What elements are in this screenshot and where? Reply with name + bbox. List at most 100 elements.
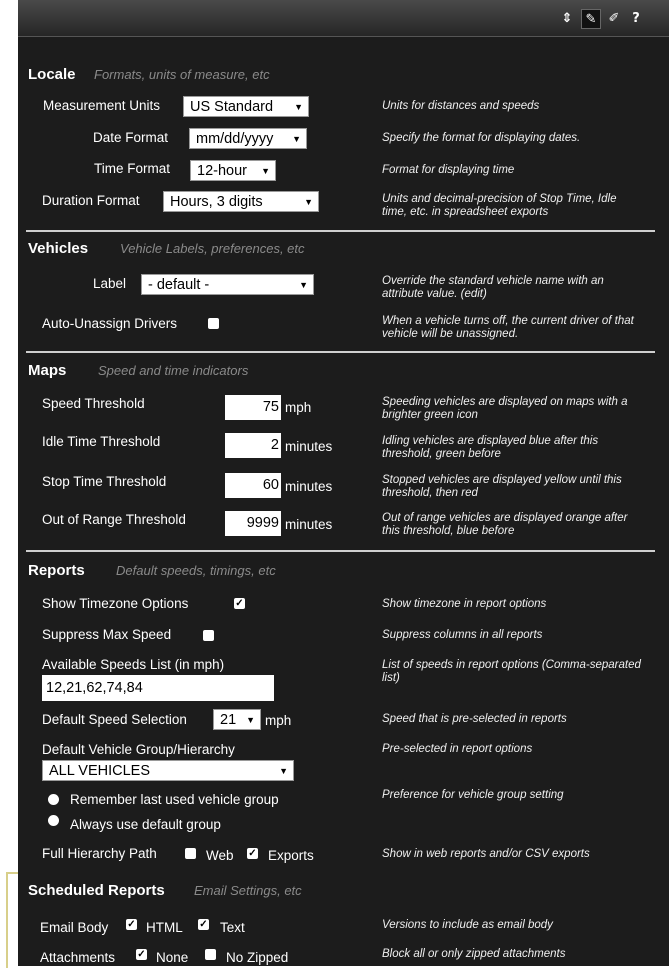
default-speed-label: Default Speed Selection <box>42 712 187 727</box>
pencil-icon[interactable]: ✐ <box>604 9 624 29</box>
vehicle-group-value: ALL VEHICLES <box>49 763 151 779</box>
default-speed-value: 21 <box>220 712 237 728</box>
default-group-label: Always use default group <box>70 817 221 832</box>
attach-nozip-label: No Zipped <box>226 950 289 965</box>
range-threshold-input[interactable]: 9999 <box>225 511 281 536</box>
date-format-help: Specify the format for displaying dates. <box>382 132 581 144</box>
idle-threshold-help: Idling vehicles are displayed blue after… <box>382 435 599 460</box>
vehicles-title: Vehicles <box>28 240 89 257</box>
measurement-units-help: Units for distances and speeds <box>382 100 540 112</box>
date-format-select[interactable]: mm/dd/yyyy ▼ <box>189 128 307 149</box>
date-format-value: mm/dd/yyyy <box>196 131 274 147</box>
maps-title: Maps <box>28 362 67 379</box>
hierarchy-web-checkbox[interactable] <box>185 848 196 859</box>
duration-format-help: Units and decimal-precision of Stop Time… <box>382 193 617 218</box>
email-body-label: Email Body <box>40 920 109 935</box>
time-format-help: Format for displaying time <box>382 164 515 176</box>
section-divider <box>26 230 655 232</box>
vehicle-label-value: - default - <box>148 277 210 293</box>
group-pref-help: Preference for vehicle group setting <box>382 789 564 801</box>
chevron-down-icon: ▼ <box>294 102 303 112</box>
email-text-checkbox[interactable]: ✓ <box>198 919 209 930</box>
timezone-checkbox[interactable]: ✓ <box>234 598 245 609</box>
duration-format-value: Hours, 3 digits <box>170 194 263 210</box>
wrench-icon[interactable]: ✎ <box>581 9 601 29</box>
timezone-label: Show Timezone Options <box>42 596 189 611</box>
suppress-label: Suppress Max Speed <box>42 627 172 642</box>
measurement-units-value: US Standard <box>190 99 274 115</box>
time-format-label: Time Format <box>94 161 171 176</box>
attachments-help: Block all or only zipped attachments <box>382 948 566 960</box>
chevron-down-icon: ▼ <box>246 715 255 725</box>
chevron-down-icon: ▼ <box>292 134 301 144</box>
attachments-label: Attachments <box>40 950 116 965</box>
stop-threshold-help: Stopped vehicles are displayed yellow un… <box>382 474 622 499</box>
duration-format-label: Duration Format <box>42 193 140 208</box>
hierarchy-exports-checkbox[interactable]: ✓ <box>247 848 258 859</box>
default-speed-unit: mph <box>265 713 292 728</box>
vehicle-label-label: Label <box>93 276 127 291</box>
vehicle-group-select[interactable]: ALL VEHICLES ▼ <box>42 760 294 781</box>
auto-unassign-help: When a vehicle turns off, the current dr… <box>382 315 634 340</box>
speed-threshold-input[interactable]: 75 <box>225 395 281 420</box>
sort-icon[interactable]: ⇕ <box>557 9 577 29</box>
default-speed-help: Speed that is pre-selected in reports <box>382 713 567 725</box>
vehicles-subtitle: Vehicle Labels, preferences, etc <box>120 241 305 256</box>
email-html-label: HTML <box>146 920 183 935</box>
range-threshold-unit: minutes <box>285 517 333 532</box>
speed-threshold-label: Speed Threshold <box>42 396 145 411</box>
idle-threshold-input[interactable]: 2 <box>225 433 281 458</box>
suppress-help: Suppress columns in all reports <box>382 629 543 641</box>
vehicle-group-label: Default Vehicle Group/Hierarchy <box>42 742 235 757</box>
chevron-down-icon: ▼ <box>299 280 308 290</box>
time-format-select[interactable]: 12-hour ▼ <box>190 160 276 181</box>
range-threshold-label: Out of Range Threshold <box>42 512 186 527</box>
range-threshold-help: Out of range vehicles are displayed oran… <box>382 512 628 537</box>
stop-threshold-unit: minutes <box>285 479 333 494</box>
attach-nozip-checkbox[interactable] <box>205 949 216 960</box>
default-group-radio[interactable] <box>48 815 59 826</box>
speed-threshold-unit: mph <box>285 400 312 415</box>
speed-threshold-help: Speeding vehicles are displayed on maps … <box>382 396 628 421</box>
reports-subtitle: Default speeds, timings, etc <box>116 563 276 578</box>
locale-title: Locale <box>28 66 76 83</box>
chevron-down-icon: ▼ <box>279 766 288 776</box>
stop-threshold-label: Stop Time Threshold <box>42 474 167 489</box>
speeds-list-input[interactable]: 12,21,62,74,84 <box>42 675 274 701</box>
scheduled-title: Scheduled Reports <box>28 882 165 899</box>
reports-title: Reports <box>28 562 85 579</box>
scheduled-subtitle: Email Settings, etc <box>194 883 302 898</box>
chevron-down-icon: ▼ <box>304 197 313 207</box>
email-body-help: Versions to include as email body <box>382 919 553 931</box>
speeds-list-label: Available Speeds List (in mph) <box>42 657 225 672</box>
maps-subtitle: Speed and time indicators <box>98 363 249 378</box>
attach-none-checkbox[interactable]: ✓ <box>136 949 147 960</box>
remember-group-radio[interactable] <box>48 794 59 805</box>
vehicle-group-help: Pre-selected in report options <box>382 743 533 755</box>
hierarchy-web-label: Web <box>206 848 234 863</box>
measurement-units-select[interactable]: US Standard ▼ <box>183 96 309 117</box>
settings-panel: ⇕ ✎ ✐ ? Locale Formats, units of measure… <box>18 0 669 966</box>
vehicle-label-select[interactable]: - default - ▼ <box>141 274 314 295</box>
section-divider <box>26 351 655 353</box>
chevron-down-icon: ▼ <box>261 166 270 176</box>
auto-unassign-checkbox[interactable] <box>208 318 219 329</box>
time-format-value: 12-hour <box>197 163 247 179</box>
stop-threshold-input[interactable]: 60 <box>225 473 281 498</box>
email-text-label: Text <box>220 920 245 935</box>
attach-none-label: None <box>156 950 189 965</box>
locale-subtitle: Formats, units of measure, etc <box>94 67 270 82</box>
default-speed-select[interactable]: 21 ▼ <box>213 709 261 730</box>
hierarchy-exports-label: Exports <box>268 848 314 863</box>
idle-threshold-unit: minutes <box>285 439 333 454</box>
help-icon[interactable]: ? <box>626 9 646 29</box>
email-html-checkbox[interactable]: ✓ <box>126 919 137 930</box>
speeds-list-help: List of speeds in report options (Comma-… <box>382 659 641 684</box>
suppress-checkbox[interactable] <box>203 630 214 641</box>
measurement-units-label: Measurement Units <box>43 98 161 113</box>
timezone-help: Show timezone in report options <box>382 598 547 610</box>
hierarchy-help: Show in web reports and/or CSV exports <box>382 848 590 860</box>
auto-unassign-label: Auto-Unassign Drivers <box>42 316 178 331</box>
duration-format-select[interactable]: Hours, 3 digits ▼ <box>163 191 319 212</box>
section-divider <box>26 550 655 552</box>
